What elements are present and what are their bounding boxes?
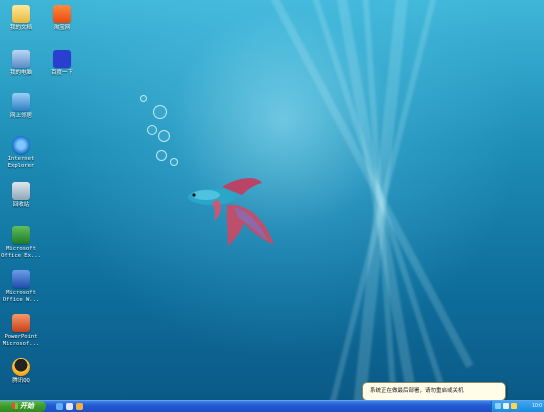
powerpoint-icon — [12, 314, 30, 332]
desktop-icon-internet-explorer[interactable]: Internet Explorer — [3, 136, 39, 169]
notification-text: 系统正在做最后部署，请勿重启或关机 — [370, 388, 464, 394]
network-tray-icon[interactable] — [495, 403, 501, 409]
computer-icon — [12, 50, 30, 68]
recycle-bin-icon — [12, 182, 30, 200]
desktop-icon-label: 我的文档 — [9, 25, 32, 31]
show-desktop-icon[interactable] — [66, 403, 73, 410]
internet-explorer-icon[interactable] — [56, 403, 63, 410]
security-tray-icon[interactable] — [511, 403, 517, 409]
excel-icon — [12, 226, 30, 244]
desktop-icon-label: 百度一下 — [50, 70, 73, 76]
desktop-icon-label: Microsoft Office W... — [2, 290, 40, 303]
qq-icon — [12, 358, 30, 376]
bubble — [147, 125, 157, 135]
network-icon — [12, 93, 30, 111]
desktop-icon-label: 我的电脑 — [9, 70, 32, 76]
baidu-icon — [53, 50, 71, 68]
bubble — [170, 158, 178, 166]
desktop-icon-network[interactable]: 网上邻居 — [3, 93, 39, 120]
taobao-icon — [53, 5, 71, 23]
bubble — [140, 95, 147, 102]
system-tray: 10:0 — [491, 401, 544, 412]
word-icon — [12, 270, 30, 288]
bubble — [158, 130, 170, 142]
desktop-icon-excel[interactable]: Microsoft Office Ex... — [1, 226, 41, 259]
desktop-icon-baidu[interactable]: 百度一下 — [44, 50, 80, 77]
windows-flag-icon — [12, 403, 18, 409]
desktop-icons: 我的文档 淘宝网 我的电脑 百度一下 网上邻居 Internet Explore… — [0, 0, 130, 400]
bubble — [156, 150, 167, 161]
desktop-icon-label: Internet Explorer — [7, 156, 35, 169]
taskbar: 开始 10:0 — [0, 400, 544, 412]
desktop-icon-label: 回收站 — [12, 202, 30, 208]
desktop-icon-taobao[interactable]: 淘宝网 — [44, 5, 80, 32]
desktop-icon-label: 淘宝网 — [53, 25, 71, 31]
clock[interactable]: 10:0 — [532, 401, 542, 412]
desktop-icon-my-documents[interactable]: 我的文档 — [3, 5, 39, 32]
desktop-icon-label: 腾讯QQ — [12, 378, 30, 384]
desktop-icon-my-computer[interactable]: 我的电脑 — [3, 50, 39, 77]
bubble — [153, 105, 167, 119]
notification-balloon[interactable]: 系统正在做最后部署，请勿重启或关机 — [362, 382, 506, 405]
desktop-icon-word[interactable]: Microsoft Office W... — [3, 270, 39, 303]
betta-fish-image — [188, 178, 274, 247]
start-label: 开始 — [20, 403, 34, 410]
volume-tray-icon[interactable] — [503, 403, 509, 409]
desktop-icon-recycle-bin[interactable]: 回收站 — [3, 182, 39, 209]
desktop-icon-qq[interactable]: 腾讯QQ — [3, 358, 39, 385]
desktop-icon-label: Microsoft Office Ex... — [1, 246, 41, 259]
start-button[interactable]: 开始 — [0, 401, 46, 412]
desktop-icon-powerpoint[interactable]: PowerPoint Microsof... — [3, 314, 39, 347]
folder-documents-icon — [12, 5, 30, 23]
media-icon[interactable] — [76, 403, 83, 410]
internet-explorer-icon — [12, 136, 30, 154]
desktop-icon-label: PowerPoint Microsof... — [2, 334, 40, 347]
desktop-icon-label: 网上邻居 — [9, 113, 32, 119]
